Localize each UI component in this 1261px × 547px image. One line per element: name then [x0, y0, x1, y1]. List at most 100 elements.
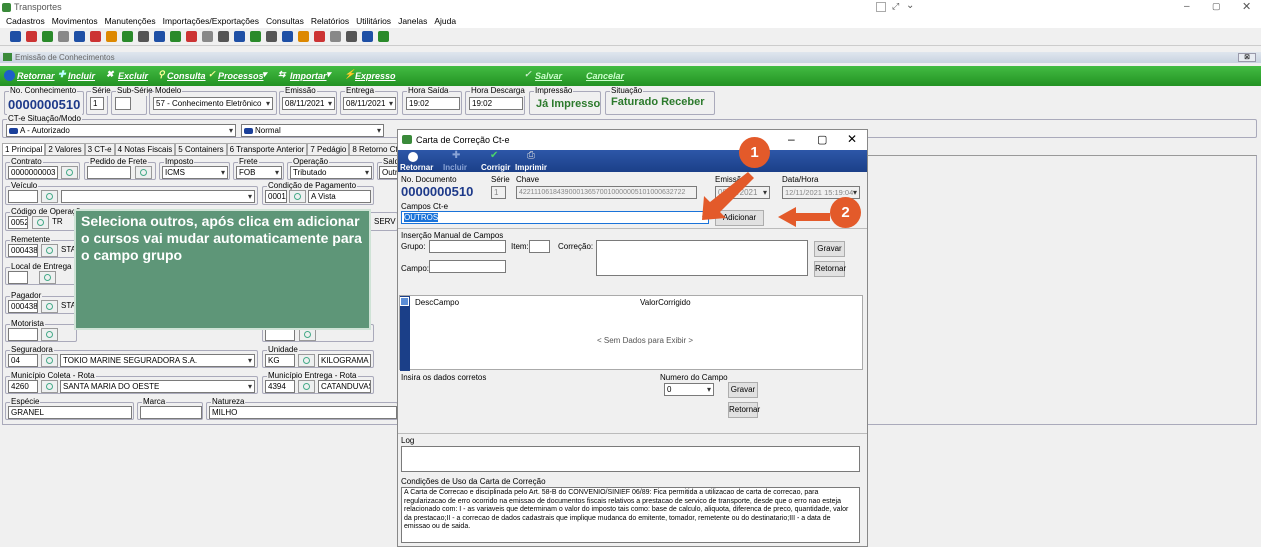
- mcoleta-code-input[interactable]: 4260: [8, 380, 38, 393]
- imposto-select[interactable]: ICMS: [162, 166, 228, 179]
- dialog-numcampo-select[interactable]: 0: [664, 383, 714, 396]
- toolbar-icon-17[interactable]: [282, 31, 293, 42]
- toolbar-icon-23[interactable]: [378, 31, 389, 42]
- toolbar-icon-8[interactable]: [138, 31, 149, 42]
- menu-item-6[interactable]: Utilitários: [356, 16, 391, 26]
- mentrega-input[interactable]: CATANDUVAS: [318, 380, 371, 393]
- veiculo-input[interactable]: [8, 190, 38, 203]
- toolbar-icon-15[interactable]: [250, 31, 261, 42]
- serie-input[interactable]: 1: [90, 97, 104, 110]
- pagador-input[interactable]: 0004386: [8, 300, 38, 313]
- codop-input[interactable]: 0052: [8, 216, 28, 229]
- condpag-code-input[interactable]: 0001: [265, 190, 287, 203]
- dialog-incluir-button[interactable]: Incluir: [443, 163, 467, 172]
- menu-item-0[interactable]: Cadastros: [6, 16, 45, 26]
- dialog-close-icon[interactable]: ✕: [847, 132, 857, 146]
- dialog-grupo-input[interactable]: [429, 240, 506, 253]
- importar-dropdown-icon[interactable]: ▾: [326, 69, 331, 80]
- salvar-button[interactable]: Salvar: [535, 71, 562, 81]
- dialog-imprimir-button[interactable]: Imprimir: [515, 163, 547, 172]
- condpag-lookup-button[interactable]: [289, 190, 306, 203]
- maximize-icon[interactable]: ▢: [1212, 1, 1221, 12]
- seguradora-lookup-button[interactable]: [41, 354, 58, 367]
- dialog-serie-input[interactable]: 1: [491, 186, 506, 199]
- menu-item-4[interactable]: Consultas: [266, 16, 304, 26]
- dialog-campo-input[interactable]: [429, 260, 506, 273]
- saldo-input[interactable]: Outr: [379, 166, 399, 179]
- dialog-corrigir-button[interactable]: Corrigir: [481, 163, 510, 172]
- hora-descarga-input[interactable]: 19:02: [469, 97, 523, 110]
- menu-item-2[interactable]: Manutenções: [105, 16, 156, 26]
- toolbar-icon-10[interactable]: [170, 31, 181, 42]
- dialog-chave-input[interactable]: 4221110618439000136570010000005101000632…: [516, 186, 697, 199]
- toolbar-icon-4[interactable]: [74, 31, 85, 42]
- toolbar-icon-9[interactable]: [154, 31, 165, 42]
- cte-situacao-select[interactable]: A - Autorizado: [6, 124, 236, 137]
- local-entrega-input[interactable]: [8, 271, 28, 284]
- toolbar-icon-21[interactable]: [346, 31, 357, 42]
- pedido-lookup-button[interactable]: [135, 166, 152, 179]
- processos-dropdown-icon[interactable]: ▾: [262, 69, 267, 80]
- natureza-input[interactable]: MILHO: [209, 406, 397, 419]
- frete-select[interactable]: FOB: [236, 166, 282, 179]
- tab-3[interactable]: 4 Notas Fiscais: [114, 143, 176, 155]
- toolbar-icon-19[interactable]: [314, 31, 325, 42]
- motorista-lookup-button[interactable]: [41, 328, 58, 341]
- contrato-lookup-button[interactable]: [61, 166, 78, 179]
- unidade-input[interactable]: KILOGRAMA: [318, 354, 371, 367]
- restore-icon[interactable]: ⤢: [892, 1, 899, 12]
- local-entrega-lookup-button[interactable]: [39, 271, 56, 284]
- importar-button[interactable]: Importar: [290, 71, 327, 81]
- subserie-input[interactable]: [115, 97, 131, 110]
- menu-item-8[interactable]: Ajuda: [434, 16, 456, 26]
- mentrega-lookup-button[interactable]: [298, 380, 315, 393]
- tab-4[interactable]: 5 Containers: [175, 143, 227, 155]
- mcoleta-select[interactable]: SANTA MARIA DO OESTE: [60, 380, 255, 393]
- dialog-retornar-button[interactable]: Retornar: [400, 163, 433, 172]
- remetente-input[interactable]: 0004386: [8, 244, 38, 257]
- marca-input[interactable]: [140, 406, 202, 419]
- chevron-down-icon[interactable]: ⌄: [906, 0, 914, 11]
- close-icon[interactable]: ✕: [1242, 0, 1251, 13]
- menu-item-5[interactable]: Relatórios: [311, 16, 349, 26]
- menu-item-3[interactable]: Importações/Exportações: [163, 16, 259, 26]
- veiculo-lookup-button[interactable]: [41, 190, 58, 203]
- toolbar-icon-18[interactable]: [298, 31, 309, 42]
- toolbar-icon-16[interactable]: [266, 31, 277, 42]
- contrato-input[interactable]: 0000000003: [8, 166, 58, 179]
- toolbar-icon-2[interactable]: [42, 31, 53, 42]
- dialog-item-input[interactable]: [529, 240, 550, 253]
- dialog-log-textarea[interactable]: [401, 446, 860, 472]
- unidade-code-input[interactable]: KG: [265, 354, 295, 367]
- hora-saida-input[interactable]: 19:02: [406, 97, 460, 110]
- mentrega-code-input[interactable]: 4394: [265, 380, 295, 393]
- pedido-input[interactable]: [87, 166, 131, 179]
- grid-col-desccampo[interactable]: DescCampo: [415, 298, 459, 308]
- expresso-button[interactable]: Expresso: [355, 71, 396, 81]
- unidade-lookup-button[interactable]: [298, 354, 315, 367]
- toolbar-icon-1[interactable]: [26, 31, 37, 42]
- modelo-select[interactable]: 57 - Conhecimento Eletrônico: [153, 97, 273, 110]
- grid-icon[interactable]: [876, 2, 886, 12]
- menu-item-1[interactable]: Movimentos: [52, 16, 98, 26]
- especie-input[interactable]: GRANEL: [8, 406, 132, 419]
- toolbar-icon-13[interactable]: [218, 31, 229, 42]
- toolbar-icon-22[interactable]: [362, 31, 373, 42]
- tab-2[interactable]: 3 CT-e: [84, 143, 115, 155]
- processos-button[interactable]: Processos: [218, 71, 264, 81]
- retornar-button[interactable]: Retornar: [17, 71, 55, 81]
- toolbar-icon-14[interactable]: [234, 31, 245, 42]
- grid-corner-icon[interactable]: [400, 297, 409, 306]
- window-close-button[interactable]: ⊠: [1238, 53, 1256, 62]
- menu-item-7[interactable]: Janelas: [398, 16, 427, 26]
- toolbar-icon-0[interactable]: [10, 31, 21, 42]
- dialog-gravar-button[interactable]: Gravar: [814, 241, 845, 257]
- dialog-minimize-icon[interactable]: –: [788, 132, 795, 146]
- minimize-icon[interactable]: –: [1184, 1, 1190, 12]
- toolbar-icon-5[interactable]: [90, 31, 101, 42]
- dialog-gravar2-button[interactable]: Gravar: [728, 382, 758, 398]
- toolbar-icon-7[interactable]: [122, 31, 133, 42]
- operacao-select[interactable]: Tributado: [290, 166, 372, 179]
- motorista-input[interactable]: [8, 328, 38, 341]
- veiculo-select[interactable]: [61, 190, 255, 203]
